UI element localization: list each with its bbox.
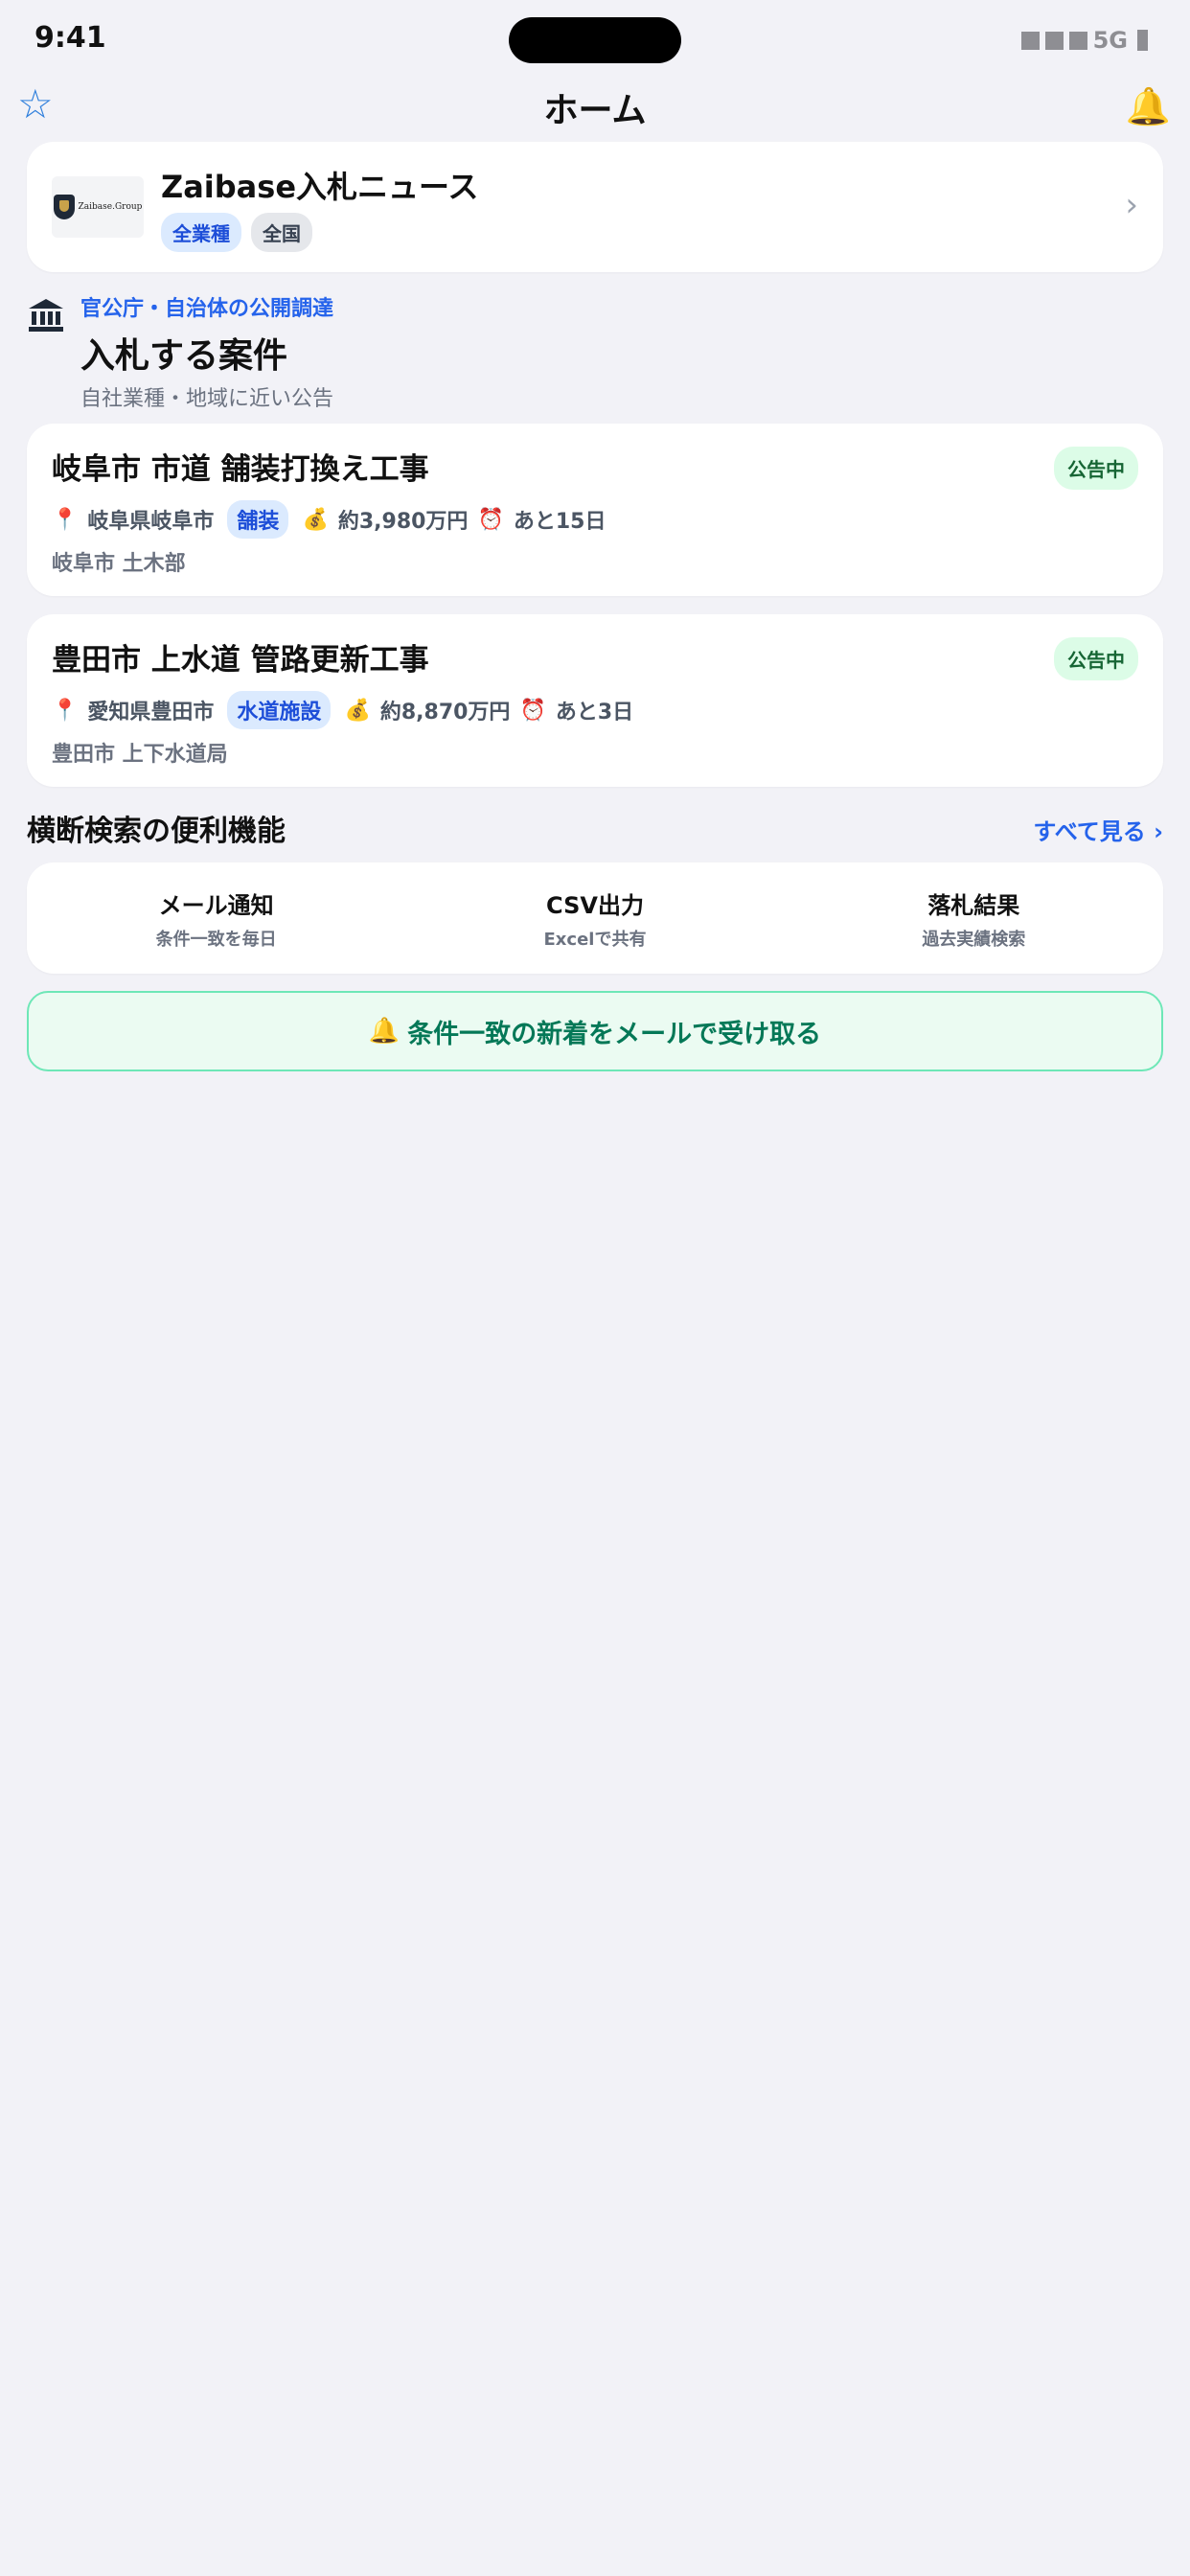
alarm-clock-icon: ⏰ <box>519 698 546 723</box>
status-indicators: 5G <box>1020 27 1148 54</box>
alarm-clock-icon: ⏰ <box>477 507 504 532</box>
tender-title: 岐阜市 市道 舗装打換え工事 <box>52 452 429 487</box>
feature-sub: Excelで共有 <box>543 929 647 950</box>
feature-email-notify[interactable]: メール通知 条件一致を毎日 <box>27 862 405 974</box>
tender-deadline: あと15日 <box>513 510 606 534</box>
shield-icon <box>53 195 75 219</box>
battery-icon <box>1137 30 1148 51</box>
section-kicker: 官公庁・自治体の公開調達 <box>80 297 334 321</box>
feature-label: 落札結果 <box>927 891 1020 919</box>
source-title: Zaibase入札ニュース <box>161 169 479 205</box>
feature-csv-export[interactable]: CSV出力 Excelで共有 <box>405 862 784 974</box>
signal-bar-icon <box>1020 31 1040 50</box>
signal-bar-icon <box>1068 31 1087 50</box>
tender-location: 岐阜県岐阜市 <box>87 510 215 534</box>
tag-industry: 全業種 <box>161 213 241 252</box>
tender-card[interactable]: 岐阜市 市道 舗装打換え工事 公告中 📍 岐阜県岐阜市 舗装 💰 約3,980万… <box>27 424 1163 596</box>
tag-region: 全国 <box>251 213 312 252</box>
signal-bar-icon <box>1044 31 1064 50</box>
feature-label: CSV出力 <box>546 891 644 919</box>
category-tag: 舗装 <box>227 500 289 539</box>
section-title: 入札する案件 <box>80 336 288 376</box>
money-bag-icon: 💰 <box>344 698 371 723</box>
tender-card[interactable]: 豊田市 上水道 管路更新工事 公告中 📍 愛知県豊田市 水道施設 💰 約8,87… <box>27 614 1163 787</box>
tender-amount: 約3,980万円 <box>337 510 469 534</box>
feature-sub: 過去実績検索 <box>922 929 1026 950</box>
page-title: ホーム <box>543 91 647 130</box>
category-tag: 水道施設 <box>227 691 332 729</box>
status-time: 9:41 <box>34 21 106 55</box>
tender-title: 豊田市 上水道 管路更新工事 <box>52 643 429 678</box>
zaibase-logo: Zaibase.Group <box>52 176 144 238</box>
government-building-icon <box>29 299 63 332</box>
tender-meta: 📍 岐阜県岐阜市 舗装 💰 約3,980万円 ⏰ あと15日 <box>52 500 606 539</box>
status-badge: 公告中 <box>1054 447 1138 490</box>
feature-award-results[interactable]: 落札結果 過去実績検索 <box>785 862 1163 974</box>
email-subscribe-button[interactable]: 🔔 条件一致の新着をメールで受け取る <box>27 991 1163 1071</box>
see-all-link[interactable]: すべて見る › <box>1033 813 1163 846</box>
logo-text: Zaibase.Group <box>78 202 143 212</box>
home-screen: 9:41 5G ☆ ホーム 🔔 Zaibase.Group Zaibase入札ニ… <box>0 0 1190 2576</box>
nav-bar: ☆ ホーム 🔔 <box>0 77 1190 134</box>
feature-sub: 条件一致を毎日 <box>155 929 277 950</box>
chevron-right-icon: › <box>1125 186 1138 224</box>
tender-amount: 約8,870万円 <box>379 701 511 724</box>
bell-icon: 🔔 <box>368 1017 400 1046</box>
location-pin-icon: 📍 <box>52 507 79 532</box>
tender-org: 豊田市 上下水道局 <box>52 743 228 767</box>
section-header: 官公庁・自治体の公開調達 入札する案件 自社業種・地域に近い公告 <box>27 291 1163 416</box>
source-card[interactable]: Zaibase.Group Zaibase入札ニュース 全業種 全国 › <box>27 142 1163 272</box>
feature-label: メール通知 <box>158 891 274 919</box>
status-bar: 9:41 5G <box>0 0 1190 86</box>
status-badge: 公告中 <box>1054 637 1138 680</box>
features-card: メール通知 条件一致を毎日 CSV出力 Excelで共有 落札結果 過去実績検索 <box>27 862 1163 974</box>
section-subtitle: 自社業種・地域に近い公告 <box>80 387 334 411</box>
tender-meta: 📍 愛知県豊田市 水道施設 💰 約8,870万円 ⏰ あと3日 <box>52 691 633 729</box>
tender-deadline: あと3日 <box>555 701 634 724</box>
network-label: 5G <box>1092 27 1128 54</box>
bell-icon[interactable]: 🔔 <box>1126 82 1171 130</box>
tender-org: 岐阜市 土木部 <box>52 552 186 576</box>
source-tags: 全業種 全国 <box>161 213 312 252</box>
money-bag-icon: 💰 <box>302 507 329 532</box>
location-pin-icon: 📍 <box>52 698 79 723</box>
features-header: 横断検索の便利機能 すべて見る › <box>27 807 1163 848</box>
features-title: 横断検索の便利機能 <box>27 815 286 848</box>
dynamic-island <box>509 17 681 63</box>
cta-label: 条件一致の新着をメールで受け取る <box>407 1019 822 1049</box>
tender-location: 愛知県豊田市 <box>87 701 215 724</box>
